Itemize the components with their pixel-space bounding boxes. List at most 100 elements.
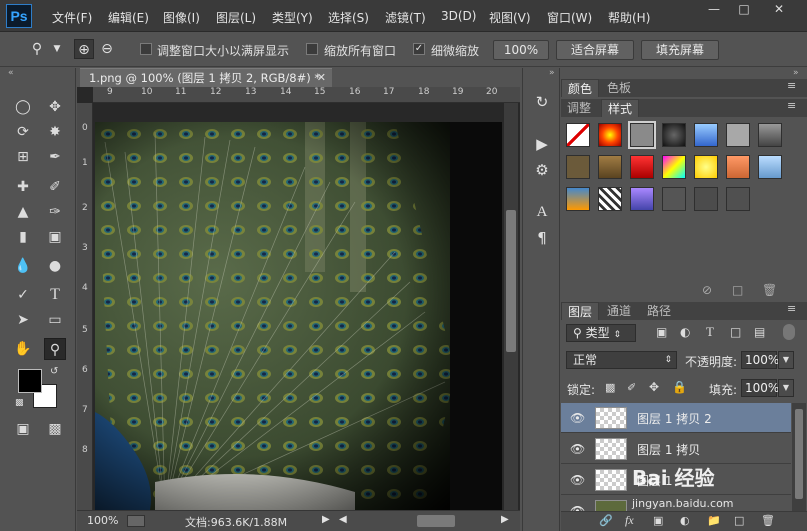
brush-tool-icon[interactable]: ✐ — [44, 176, 66, 198]
tab-paths[interactable]: 路径 — [641, 302, 677, 320]
history-panel-icon[interactable]: ↻ — [532, 92, 552, 112]
fit-screen-button[interactable]: 适合屏幕 — [556, 40, 634, 60]
scroll-right-icon[interactable]: ▶ — [501, 514, 509, 525]
style-swatch[interactable] — [630, 155, 654, 179]
magic-wand-tool-icon[interactable]: ✸ — [44, 121, 66, 143]
style-swatch[interactable] — [662, 187, 686, 211]
hand-tool-icon[interactable]: ✋ — [12, 338, 34, 360]
path-selection-tool-icon[interactable]: ➤ — [12, 309, 34, 331]
menu-filter[interactable]: 滤镜(T) — [385, 9, 426, 26]
menu-3d[interactable]: 3D(D) — [441, 9, 476, 23]
layer-name[interactable]: 图层 1 拷贝 — [637, 441, 700, 458]
layer-filter-select[interactable]: ⚲ 类型 ⇕ — [566, 324, 636, 342]
close-icon[interactable]: ✕ — [765, 0, 793, 20]
menu-file[interactable]: 文件(F) — [52, 9, 92, 26]
tab-color[interactable]: 颜色 — [561, 79, 600, 97]
paragraph-panel-icon[interactable]: ¶ — [532, 228, 552, 248]
delete-style-icon[interactable]: 🗑 — [762, 283, 777, 297]
tool-preset-chevron-icon[interactable]: ▼ — [47, 39, 67, 59]
visibility-eye-icon[interactable]: 👁 — [570, 473, 585, 487]
blend-mode-select[interactable]: 正常 ⇕ — [566, 351, 677, 369]
layer-row[interactable]: 👁 图层 1 拷贝 — [561, 434, 791, 464]
minimize-icon[interactable]: — — [700, 0, 728, 20]
clear-style-icon[interactable]: ⊘ — [702, 283, 712, 297]
new-group-icon[interactable]: 📁 — [707, 514, 721, 527]
filter-smart-object-icon[interactable]: ▤ — [754, 325, 765, 339]
tab-swatches[interactable]: 色板 — [601, 79, 637, 97]
dodge-tool-icon[interactable]: ● — [44, 255, 66, 277]
style-swatch[interactable] — [566, 187, 590, 211]
style-swatch[interactable] — [662, 123, 686, 147]
style-swatch-none[interactable] — [566, 123, 590, 147]
style-swatch[interactable] — [598, 187, 622, 211]
delete-layer-icon[interactable]: 🗑 — [761, 514, 775, 527]
marquee-tool-icon[interactable]: ◯ — [12, 96, 34, 118]
menu-help[interactable]: 帮助(H) — [608, 9, 650, 26]
layer-style-fx-icon[interactable]: fx — [625, 513, 634, 528]
screen-mode-icon[interactable]: ▩ — [44, 418, 66, 440]
fill-dropdown-icon[interactable]: ▼ — [778, 379, 794, 397]
status-menu-arrow-icon[interactable]: ▶ — [322, 514, 330, 525]
style-swatch[interactable] — [694, 187, 718, 211]
menu-type[interactable]: 类型(Y) — [272, 9, 313, 26]
horizontal-scrollbar-thumb[interactable] — [417, 515, 455, 527]
properties-panel-icon[interactable]: ⚙ — [532, 160, 552, 180]
pen-tool-icon[interactable]: ✓ — [12, 284, 34, 306]
canvas-image-peacock[interactable] — [95, 122, 502, 510]
rectangle-tool-icon[interactable]: ▭ — [44, 309, 66, 331]
scrubby-zoom-checkbox[interactable]: ✓ — [413, 43, 425, 55]
collapse-arrows-icon[interactable]: « — [8, 68, 14, 78]
style-swatch[interactable] — [694, 155, 718, 179]
scroll-left-icon[interactable]: ◀ — [339, 514, 347, 525]
visibility-eye-icon[interactable]: 👁 — [570, 411, 585, 425]
menu-edit[interactable]: 编辑(E) — [108, 9, 149, 26]
actions-panel-icon[interactable]: ▶ — [532, 134, 552, 154]
lock-transparent-icon[interactable]: ▩ — [605, 381, 615, 394]
style-swatch-selected[interactable] — [628, 121, 656, 149]
close-document-icon[interactable]: ✕ — [317, 69, 326, 87]
clone-stamp-tool-icon[interactable]: ▲ — [12, 201, 34, 223]
style-swatch[interactable] — [598, 155, 622, 179]
zoom-all-windows-checkbox[interactable] — [306, 43, 318, 55]
new-style-icon[interactable]: □ — [732, 283, 743, 297]
layers-scrollbar[interactable] — [792, 403, 806, 511]
style-swatch[interactable] — [758, 155, 782, 179]
tab-styles[interactable]: 样式 — [601, 99, 640, 117]
filter-shape-icon[interactable]: □ — [730, 325, 741, 339]
healing-brush-tool-icon[interactable]: ✚ — [12, 176, 34, 198]
style-swatch[interactable] — [694, 123, 718, 147]
link-layers-icon[interactable]: 🔗 — [599, 514, 613, 527]
dock-collapse-icon[interactable]: » — [549, 68, 555, 78]
gradient-tool-icon[interactable]: ▣ — [44, 226, 66, 248]
document-tab[interactable]: 1.png @ 100% (图层 1 拷贝 2, RGB/8#) * ✕ — [80, 68, 332, 87]
lock-position-icon[interactable]: ✥ — [649, 380, 659, 394]
tab-adjustments[interactable]: 调整 — [561, 99, 597, 117]
tab-channels[interactable]: 通道 — [601, 302, 637, 320]
layer-name[interactable]: 图层 1 拷贝 2 — [637, 410, 712, 427]
adjustment-layer-icon[interactable]: ◐ — [680, 514, 690, 527]
opacity-dropdown-icon[interactable]: ▼ — [778, 351, 794, 369]
menu-image[interactable]: 图像(I) — [163, 9, 200, 26]
filter-type-icon[interactable]: T — [706, 324, 714, 340]
filter-adjustment-icon[interactable]: ◐ — [680, 325, 690, 339]
menu-window[interactable]: 窗口(W) — [547, 9, 592, 26]
add-mask-icon[interactable]: ▣ — [653, 514, 663, 527]
zoom-tool-icon[interactable]: ⚲ — [27, 39, 47, 59]
layers-scrollbar-thumb[interactable] — [795, 409, 803, 499]
visibility-eye-icon[interactable]: 👁 — [570, 442, 585, 456]
actual-pixels-button[interactable]: 100% — [493, 40, 549, 60]
type-tool-icon[interactable]: T — [44, 284, 66, 306]
opacity-input[interactable]: 100% — [741, 351, 779, 369]
style-swatch[interactable] — [566, 155, 590, 179]
character-panel-icon[interactable]: A — [532, 202, 552, 222]
style-swatch[interactable] — [726, 187, 750, 211]
history-brush-tool-icon[interactable]: ✑ — [44, 201, 66, 223]
panel-menu-icon[interactable]: ≡ — [787, 99, 796, 112]
eyedropper-tool-icon[interactable]: ✒ — [44, 146, 66, 168]
style-swatch[interactable] — [598, 123, 622, 147]
menu-select[interactable]: 选择(S) — [328, 9, 369, 26]
zoom-in-icon[interactable]: ⊕ — [74, 39, 94, 59]
visibility-eye-icon[interactable]: 👁 — [570, 504, 585, 511]
default-colors-icon[interactable]: ▩ — [15, 398, 24, 408]
status-info-icon[interactable] — [127, 515, 145, 527]
